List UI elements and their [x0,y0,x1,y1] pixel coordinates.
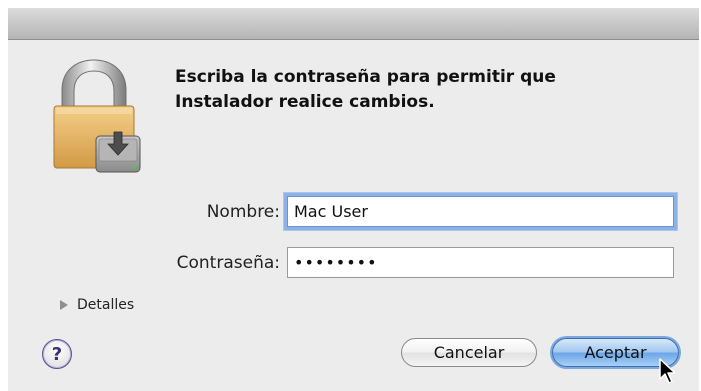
cancel-button[interactable]: Cancelar [401,338,537,367]
help-button[interactable]: ? [42,339,72,369]
authentication-dialog: Escriba la contraseña para permitir que … [8,8,699,391]
message-line-2: Instalador realice cambios. [175,92,435,112]
username-field[interactable] [287,196,674,227]
title-bar [8,8,699,40]
disclosure-triangle-icon[interactable] [60,300,68,310]
lock-with-disk-icon [53,59,141,173]
mouse-pointer-icon [659,358,676,384]
details-disclosure[interactable]: Detalles [60,295,134,315]
details-label: Detalles [77,297,135,313]
username-label: Nombre: [206,202,280,222]
dialog-message: Escriba la contraseña para permitir que … [175,65,675,115]
password-label: Contraseña: [176,253,280,273]
message-line-1: Escriba la contraseña para permitir que [175,67,556,87]
password-field[interactable]: •••••••• [287,247,674,278]
